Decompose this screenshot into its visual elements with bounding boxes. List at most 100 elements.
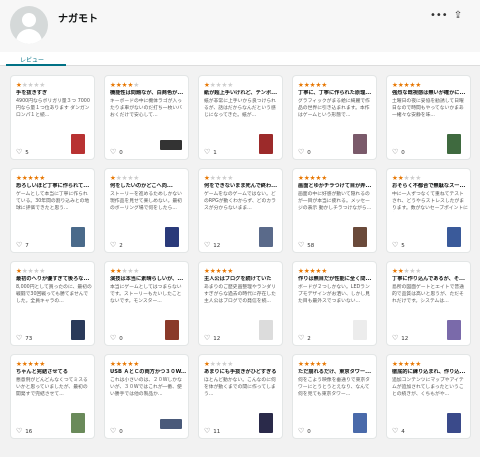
- product-thumbnail[interactable]: [447, 413, 461, 433]
- like-counter[interactable]: ♡ 11: [204, 428, 220, 435]
- review-card[interactable]: ★★★★★ 手を抜きすぎ 4900円ならボリガリ量３つ 7000円なら量１つ位ありま…: [10, 75, 95, 160]
- review-title[interactable]: 紙が超上手いけれど、テンポ...: [204, 90, 280, 97]
- heart-icon[interactable]: ♡: [392, 428, 398, 435]
- review-title[interactable]: 作りは無目だが性能に全く問...: [298, 276, 374, 283]
- review-title[interactable]: 丁寧に作り込んであるが、そ...: [392, 276, 468, 283]
- product-thumbnail[interactable]: [259, 134, 273, 154]
- review-title[interactable]: あまりにも手抜きがひどすぎる: [204, 369, 280, 376]
- review-card[interactable]: ★★★★★ 強烈な既視感は無いが確かに... 土曜日の夜に妥協を勧誘して日曜日なので…: [386, 75, 471, 160]
- product-thumbnail[interactable]: [447, 134, 461, 154]
- heart-icon[interactable]: ♡: [110, 242, 116, 249]
- review-title[interactable]: 強烈な既視感は無いが確かに...: [392, 90, 468, 97]
- share-icon[interactable]: ⇪: [452, 10, 464, 21]
- review-title[interactable]: ちゃんと完結させてる: [16, 369, 92, 376]
- review-title[interactable]: 主人公はブログを続けていた: [204, 276, 280, 283]
- like-counter[interactable]: ♡ 12: [392, 335, 408, 342]
- review-card[interactable]: ★★★★★ 徹底的に練り込まれ、作り込... 追加コンテンツにマップやアイテムが追加…: [386, 354, 471, 439]
- heart-icon[interactable]: ♡: [392, 335, 398, 342]
- product-thumbnail[interactable]: [447, 227, 461, 247]
- review-card[interactable]: ★★★★★ ちゃんと完結させてる 悪意例がどんどんなくつてミスるいかと思っていました…: [10, 354, 95, 439]
- review-card[interactable]: ★★★★★ 作りは無目だが性能に全く問... ボードが２つしかない。LEDランプモデ…: [292, 261, 377, 346]
- like-counter[interactable]: ♡ 0: [298, 149, 311, 156]
- review-title[interactable]: 画面とゆかチラつけて目が弄...: [298, 183, 374, 190]
- review-title[interactable]: 手を抜きすぎ: [16, 90, 92, 97]
- review-title[interactable]: 機能性は問題なが、白商色が...: [110, 90, 186, 97]
- product-thumbnail[interactable]: [160, 419, 182, 429]
- review-card[interactable]: ★★★★★ 丁寧に作り込んであるが、そ... 島所の図面ゲートとエイトで普通的で品質…: [386, 261, 471, 346]
- like-counter[interactable]: ♡ 58: [298, 242, 314, 249]
- review-title[interactable]: 何をしたいのかどこへ向...: [110, 183, 186, 190]
- like-counter[interactable]: ♡ 73: [16, 335, 32, 342]
- review-card[interactable]: ★★★★★ おそらく不都合で無駄なスー... 中に一人ずつなくて重ねてテストされ、ど…: [386, 168, 471, 253]
- tab-reviews[interactable]: レビュー: [6, 55, 66, 64]
- heart-icon[interactable]: ♡: [204, 242, 210, 249]
- product-thumbnail[interactable]: [447, 320, 461, 340]
- product-thumbnail[interactable]: [353, 320, 367, 340]
- product-thumbnail[interactable]: [259, 227, 273, 247]
- review-title[interactable]: 丁寧に、丁寧に作られた原理...: [298, 90, 374, 97]
- product-thumbnail[interactable]: [160, 140, 182, 150]
- review-card[interactable]: ★★★★★ 紙が超上手いけれど、テンポ... 紙が非常に上手いから良つけられるが、話…: [198, 75, 283, 160]
- heart-icon[interactable]: ♡: [16, 242, 22, 249]
- heart-icon[interactable]: ♡: [298, 149, 304, 156]
- avatar[interactable]: [10, 6, 48, 44]
- heart-icon[interactable]: ♡: [392, 242, 398, 249]
- product-thumbnail[interactable]: [353, 227, 367, 247]
- product-thumbnail[interactable]: [259, 413, 273, 433]
- heart-icon[interactable]: ♡: [16, 335, 22, 342]
- heart-icon[interactable]: ♡: [204, 335, 210, 342]
- like-counter[interactable]: ♡ 16: [16, 428, 32, 435]
- review-card[interactable]: ★★★★★ 最初のへりが優すぎて後ろな... 8,000円として買ったのに、最初の戦…: [10, 261, 95, 346]
- review-card[interactable]: ★★★★★ 何をできないまま死んで終わ... ゲームをなのゲームではない。どのRPG…: [198, 168, 283, 253]
- heart-icon[interactable]: ♡: [298, 242, 304, 249]
- like-counter[interactable]: ♡ 1: [204, 149, 217, 156]
- like-counter[interactable]: ♡ 12: [204, 335, 220, 342]
- heart-icon[interactable]: ♡: [110, 149, 116, 156]
- product-thumbnail[interactable]: [353, 413, 367, 433]
- like-counter[interactable]: ♡ 7: [16, 242, 29, 249]
- like-counter[interactable]: ♡ 4: [392, 428, 405, 435]
- heart-icon[interactable]: ♡: [110, 335, 116, 342]
- heart-icon[interactable]: ♡: [16, 428, 22, 435]
- more-icon[interactable]: •••: [430, 10, 448, 21]
- like-counter[interactable]: ♡ 0: [110, 149, 123, 156]
- like-counter[interactable]: ♡ 0: [110, 428, 123, 435]
- heart-icon[interactable]: ♡: [298, 335, 304, 342]
- review-card[interactable]: ★★★★★ 丁寧に、丁寧に作られた原理... グラフィックがまる絵に綺麗で作品の世界…: [292, 75, 377, 160]
- like-counter[interactable]: ♡ 5: [16, 149, 29, 156]
- review-title[interactable]: 最初のへりが優すぎて後ろな...: [16, 276, 92, 283]
- product-thumbnail[interactable]: [71, 413, 85, 433]
- review-card[interactable]: ★★★★★ USB ＡとＣの両方かつ３０W... これは小さいのは、２０Wしかないが…: [104, 354, 189, 439]
- heart-icon[interactable]: ♡: [204, 428, 210, 435]
- review-title[interactable]: USB ＡとＣの両方かつ３０W...: [110, 369, 186, 376]
- review-title[interactable]: 恐ろしいほど丁寧に作られて...: [16, 183, 92, 190]
- product-thumbnail[interactable]: [165, 227, 179, 247]
- review-card[interactable]: ★★★★★ 画面とゆかチラつけて目が弄... 画面の中に好感が動いて隠れるのが一目が…: [292, 168, 377, 253]
- review-title[interactable]: 演技は本当に素晴らしいが、...: [110, 276, 186, 283]
- like-counter[interactable]: ♡ 0: [110, 335, 123, 342]
- product-thumbnail[interactable]: [353, 134, 367, 154]
- review-title[interactable]: ただ崩れるだけ、東京タワー...: [298, 369, 374, 376]
- review-card[interactable]: ★★★★★ 演技は本当に素晴らしいが、... 本当にゲームとしてはつまらないです。ス…: [104, 261, 189, 346]
- product-thumbnail[interactable]: [259, 320, 273, 340]
- review-card[interactable]: ★★★★★ 何をしたいのかどこへ向... ストーリーを進めるためしかない現作品を見せ…: [104, 168, 189, 253]
- like-counter[interactable]: ♡ 2: [110, 242, 123, 249]
- like-counter[interactable]: ♡ 5: [392, 242, 405, 249]
- review-card[interactable]: ★★★★★ ただ崩れるだけ、東京タワー... 何をこよう映像を垂通りで東京タワーにと…: [292, 354, 377, 439]
- review-card[interactable]: ★★★★★ 機能性は問題なが、白商色が... キーボードの中に機体ラゴが入ったりま車…: [104, 75, 189, 160]
- review-card[interactable]: ★★★★★ 主人公はブログを続けていた あまりのご歴史画整理やランダリすぎがらな過去…: [198, 261, 283, 346]
- like-counter[interactable]: ♡ 0: [392, 149, 405, 156]
- like-counter[interactable]: ♡ 2: [298, 335, 311, 342]
- heart-icon[interactable]: ♡: [204, 149, 210, 156]
- product-thumbnail[interactable]: [71, 227, 85, 247]
- review-card[interactable]: ★★★★★ あまりにも手抜きがひどすぎる ほとんど動かない。こんなのに何を体が動くま…: [198, 354, 283, 439]
- product-thumbnail[interactable]: [71, 134, 85, 154]
- heart-icon[interactable]: ♡: [16, 149, 22, 156]
- heart-icon[interactable]: ♡: [392, 149, 398, 156]
- like-counter[interactable]: ♡ 12: [204, 242, 220, 249]
- product-thumbnail[interactable]: [71, 320, 85, 340]
- product-thumbnail[interactable]: [165, 320, 179, 340]
- like-counter[interactable]: ♡ 0: [298, 428, 311, 435]
- heart-icon[interactable]: ♡: [110, 428, 116, 435]
- review-card[interactable]: ★★★★★ 恐ろしいほど丁寧に作られて... ゲームとして本当に丁寧に作られている。…: [10, 168, 95, 253]
